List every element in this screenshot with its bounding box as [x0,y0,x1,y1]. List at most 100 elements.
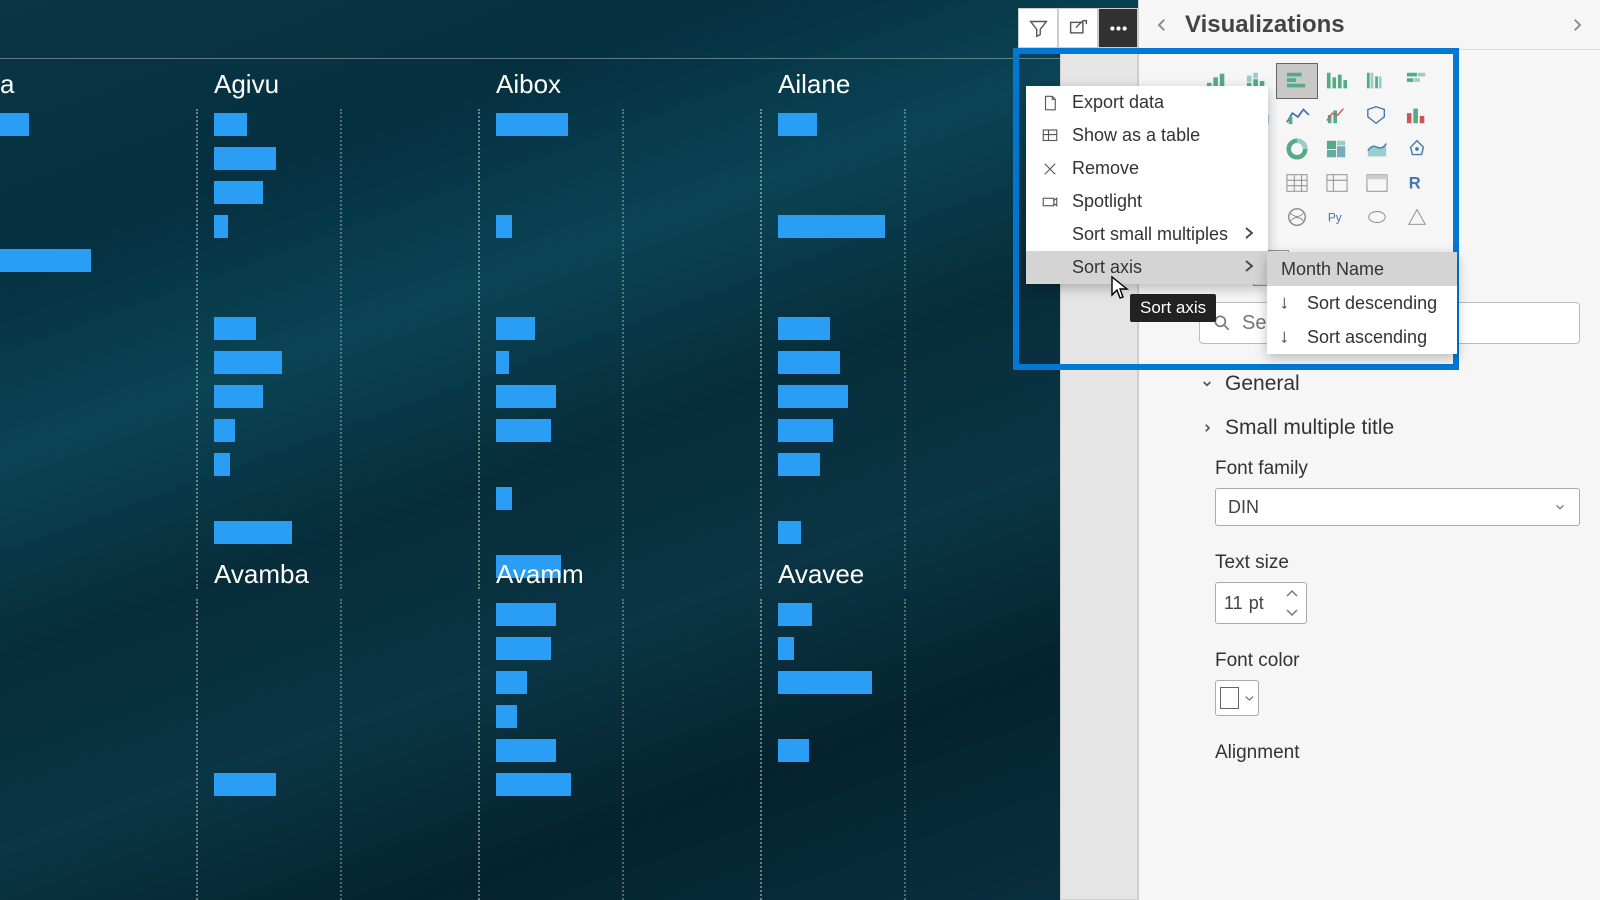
filter-button[interactable] [1018,8,1058,48]
bar-segment[interactable] [496,637,551,660]
small-multiple-cell[interactable]: a [0,59,140,589]
text-size-spinner[interactable]: 11 pt [1215,582,1307,624]
small-multiple-title: Agivu [140,69,422,113]
bar-segment[interactable] [496,351,509,374]
bar-segment[interactable] [496,705,517,728]
viz-type-11[interactable] [1397,98,1437,132]
small-multiple-cell[interactable] [0,549,140,900]
bar-segment[interactable] [214,317,256,340]
bar-segment[interactable] [496,113,568,136]
bar-segment[interactable] [214,351,282,374]
small-multiple-cell[interactable]: Avavee [704,549,986,900]
menu-item-label: Spotlight [1072,191,1142,212]
bar-segment[interactable] [778,739,809,762]
bar-segment[interactable] [778,215,885,238]
small-multiple-cell[interactable]: Aibox [422,59,704,589]
menu-item-sort-axis[interactable]: Sort axis [1026,251,1268,284]
blank-icon [1040,258,1060,278]
small-multiples-visual[interactable]: aAgivuAiboxAilane AvambaAvammAvavee [0,58,1060,900]
svg-text:R: R [1409,175,1421,193]
general-section-header[interactable]: General [1139,362,1600,406]
small-multiple-title: Avamba [140,559,422,603]
small-multiple-cell[interactable]: Agivu [140,59,422,589]
bar-segment[interactable] [214,773,276,796]
viz-type-23[interactable]: R [1397,166,1437,200]
bar-segment[interactable] [496,773,571,796]
bar-segment[interactable] [778,419,833,442]
viz-type-22[interactable] [1357,166,1397,200]
viz-type-5[interactable] [1397,64,1437,98]
viz-type-4[interactable] [1357,64,1397,98]
bar-segment[interactable] [214,453,230,476]
more-options-button[interactable] [1098,8,1138,48]
viz-type-16[interactable] [1357,132,1397,166]
small-multiple-cell[interactable]: Avamba [140,549,422,900]
viz-type-17[interactable] [1397,132,1437,166]
menu-item-export-data[interactable]: Export data [1026,86,1268,119]
viz-type-14[interactable] [1277,132,1317,166]
viz-type-29[interactable] [1397,200,1437,234]
viz-type-26[interactable] [1277,200,1317,234]
text-size-unit: pt [1249,593,1264,614]
font-family-label: Font family [1215,458,1580,480]
small-multiple-title: Ailane [704,69,986,113]
bar-segment[interactable] [496,317,535,340]
bar-segment[interactable] [214,147,276,170]
bar-segment[interactable] [778,317,830,340]
bar-segment[interactable] [496,739,556,762]
viz-type-15[interactable] [1317,132,1357,166]
bar-segment[interactable] [0,249,91,272]
menu-item-remove[interactable]: Remove [1026,152,1268,185]
font-family-dropdown[interactable]: DIN [1215,488,1580,526]
bar-segment[interactable] [778,637,794,660]
submenu-item-sort-ascending[interactable]: Sort ascending [1267,320,1457,354]
spinner-up-icon[interactable] [1286,589,1298,599]
bar-segment[interactable] [0,113,29,136]
spinner-down-icon[interactable] [1286,607,1298,617]
bar-segment[interactable] [778,671,872,694]
bar-segment[interactable] [214,181,263,204]
table-icon [1040,126,1060,146]
report-canvas[interactable]: aAgivuAiboxAilane AvambaAvammAvavee [0,0,1138,900]
small-multiple-cell[interactable]: Avamm [422,549,704,900]
pane-title: Visualizations [1173,11,1566,39]
submenu-item-sort-descending[interactable]: Sort descending [1267,286,1457,320]
viz-type-10[interactable] [1357,98,1397,132]
focus-mode-button[interactable] [1058,8,1098,48]
viz-type-20[interactable] [1277,166,1317,200]
bar-segment[interactable] [214,521,292,544]
viz-type-21[interactable] [1317,166,1357,200]
menu-item-show-as-a-table[interactable]: Show as a table [1026,119,1268,152]
bar-segment[interactable] [214,215,228,238]
menu-item-spotlight[interactable]: Spotlight [1026,185,1268,218]
bar-segment[interactable] [778,521,801,544]
viz-type-28[interactable] [1357,200,1397,234]
small-multiple-cell[interactable]: Ailane [704,59,986,589]
bar-segment[interactable] [496,215,512,238]
viz-type-3[interactable] [1317,64,1357,98]
font-color-picker[interactable] [1215,680,1259,716]
bar-segment[interactable] [496,419,551,442]
bar-segment[interactable] [214,113,247,136]
menu-item-sort-small-multiples[interactable]: Sort small multiples [1026,218,1268,251]
bar-segment[interactable] [778,453,820,476]
bar-segment[interactable] [496,671,527,694]
bar-segment[interactable] [496,385,556,408]
pane-back-button[interactable] [1151,14,1173,36]
submenu-item-month-name[interactable]: Month Name [1267,252,1457,286]
viz-type-9[interactable] [1317,98,1357,132]
bar-segment[interactable] [778,603,812,626]
bar-segment[interactable] [778,385,848,408]
viz-type-2[interactable] [1277,64,1317,98]
bar-segment[interactable] [214,385,263,408]
small-multiple-title-section-header[interactable]: Small multiple title [1139,406,1600,450]
bar-segment[interactable] [778,113,817,136]
bar-segment[interactable] [778,351,840,374]
viz-type-27[interactable]: Py [1317,200,1357,234]
viz-type-8[interactable] [1277,98,1317,132]
bar-segment[interactable] [496,487,512,510]
chevron-down-icon [1553,500,1567,514]
pane-forward-button[interactable] [1566,14,1588,36]
bar-segment[interactable] [214,419,235,442]
bar-segment[interactable] [496,603,556,626]
